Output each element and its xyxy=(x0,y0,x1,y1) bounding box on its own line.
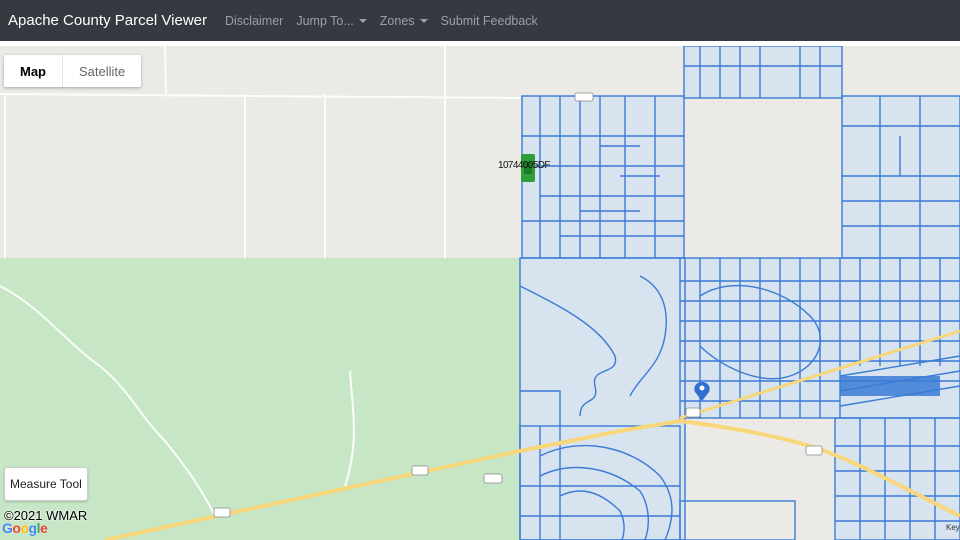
nav-zones-label: Zones xyxy=(379,13,415,28)
map-type-control: Map Satellite xyxy=(4,55,142,87)
nav-disclaimer[interactable]: Disclaimer xyxy=(225,14,283,28)
nav-jump-to-label: Jump To... xyxy=(296,13,354,28)
map-view-button[interactable]: Map xyxy=(4,55,62,87)
satellite-view-button[interactable]: Satellite xyxy=(62,55,141,87)
map-layer xyxy=(0,46,960,540)
map-canvas[interactable]: 10744005DF Map Satellite Measure Tool ©2… xyxy=(0,46,960,540)
caret-down-icon xyxy=(358,19,367,24)
google-logo[interactable]: Google xyxy=(2,520,48,536)
keyboard-shortcuts-link[interactable]: Key xyxy=(946,523,960,532)
nav-zones[interactable]: Zones xyxy=(380,14,428,28)
top-navbar: Apache County Parcel Viewer Disclaimer J… xyxy=(0,0,960,41)
caret-down-icon xyxy=(419,19,428,24)
dense-parcel-cluster xyxy=(840,376,940,396)
parcel-number-label[interactable]: 10744005DF xyxy=(498,160,550,171)
app-title[interactable]: Apache County Parcel Viewer xyxy=(8,12,207,29)
nav-submit-feedback[interactable]: Submit Feedback xyxy=(441,14,538,28)
measure-tool-button[interactable]: Measure Tool xyxy=(4,467,88,501)
nav-jump-to[interactable]: Jump To... xyxy=(296,13,367,28)
